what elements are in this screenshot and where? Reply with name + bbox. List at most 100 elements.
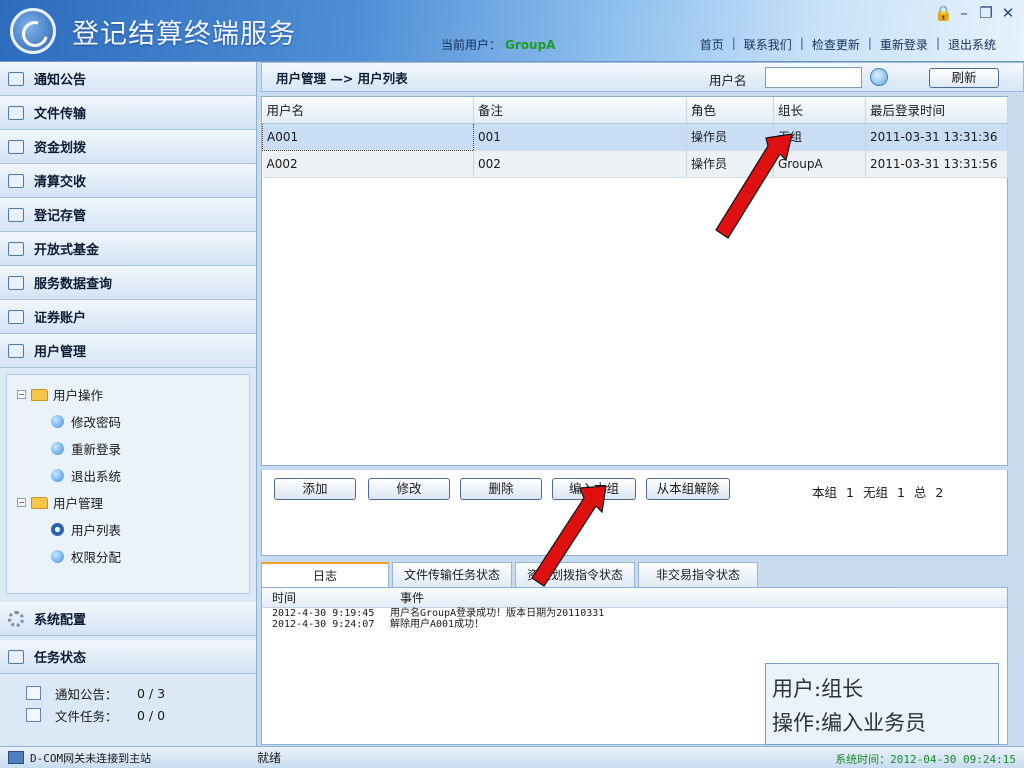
cell-remark: 002 (473, 150, 687, 178)
current-user-label: 当前用户： (441, 38, 502, 52)
task-label: 通知公告： (55, 686, 118, 702)
user-tree: − 用户操作 修改密码 重新登录 退出系统 − 用户管理 用户列表 权限分配 (6, 374, 250, 594)
tree-node-user-mgmt[interactable]: − 用户管理 (17, 489, 249, 516)
cell-last-login: 2011-03-31 13:31:36 (865, 123, 1008, 151)
sidebar-item-label: 通知公告 (34, 73, 87, 88)
tree-label: 权限分配 (71, 550, 122, 565)
table-row[interactable]: A001 001 操作员 无组 2011-03-31 13:31:36 (262, 122, 1008, 151)
sidebar-item-label: 用户管理 (34, 345, 87, 360)
tree-item-exit[interactable]: 退出系统 (17, 462, 249, 489)
nav-relogin[interactable]: 重新登录 (880, 36, 928, 53)
log-time: 2012-4-30 9:19:45 (272, 608, 375, 619)
notice-icon (8, 71, 24, 86)
col-last-login[interactable]: 最后登录时间 (865, 97, 1008, 124)
collapse-icon[interactable]: − (17, 390, 26, 399)
bullet-icon (51, 442, 64, 455)
account-icon (8, 309, 24, 324)
add-to-group-button[interactable]: 编入本组 (552, 478, 636, 500)
app-logo-icon (10, 8, 56, 54)
col-remark[interactable]: 备注 (473, 97, 687, 124)
bullet-icon (51, 415, 64, 428)
task-list: 通知公告： 0 / 3 文件任务： 0 / 0 (0, 674, 256, 726)
remove-from-group-button[interactable]: 从本组解除 (646, 478, 730, 500)
sidebar-item-label: 文件传输 (34, 107, 87, 122)
collapse-icon[interactable]: − (17, 498, 26, 507)
tree-node-user-ops[interactable]: − 用户操作 (17, 381, 249, 408)
registry-icon (8, 207, 24, 222)
sidebar-item-funds[interactable]: 资金划拨 (0, 130, 256, 164)
bullet-icon (51, 469, 64, 482)
sidebar-item-label: 任务状态 (34, 651, 87, 666)
window-controls: 🔒 – ❐ ✕ (934, 4, 1016, 22)
tab-funds-status[interactable]: 资金划拨指令状态 (515, 562, 635, 588)
add-button[interactable]: 添加 (274, 478, 356, 500)
action-bar: 添加 修改 删除 编入本组 从本组解除 本组 1 无组 1 总 2 (261, 470, 1008, 556)
sidebar-item-users[interactable]: 用户管理 (0, 334, 256, 368)
col-group-leader[interactable]: 组长 (773, 97, 866, 124)
query-icon (8, 275, 24, 290)
col-username[interactable]: 用户名 (262, 97, 474, 124)
col-role[interactable]: 角色 (686, 97, 774, 124)
tree-item-relogin[interactable]: 重新登录 (17, 435, 249, 462)
selected-bullet-icon (51, 523, 64, 536)
system-time: 系统时间：2012-04-30 09:24:15 (835, 751, 1016, 767)
refresh-button[interactable]: 刷新 (929, 68, 999, 88)
sidebar-item-registry[interactable]: 登记存管 (0, 198, 256, 232)
current-user-name: GroupA (505, 38, 556, 52)
nav-check-update[interactable]: 检查更新 (812, 36, 860, 53)
close-icon[interactable]: ✕ (1000, 4, 1016, 22)
sidebar-item-file-transfer[interactable]: 文件传输 (0, 96, 256, 130)
title-bar: 登记结算终端服务 当前用户： GroupA 首页 | 联系我们 | 检查更新 | 重新登… (0, 0, 1024, 62)
tree-label: 用户管理 (53, 496, 104, 511)
gateway-status: D-COM网关未连接到主站 (0, 750, 255, 766)
tab-log[interactable]: 日志 (261, 562, 389, 588)
tree-label: 退出系统 (71, 469, 122, 484)
sidebar-item-query[interactable]: 服务数据查询 (0, 266, 256, 300)
username-filter-input[interactable] (765, 67, 862, 88)
status-bar: D-COM网关未连接到主站 就绪 系统时间：2012-04-30 09:24:1… (0, 746, 1024, 768)
log-header: 时间 事件 (262, 588, 1007, 608)
nav-home[interactable]: 首页 (700, 36, 724, 53)
main-panel: 用户管理 —> 用户列表 用户名 刷新 用户名 备注 角色 组长 最后登录时间 … (261, 62, 1024, 746)
total-count-value: 2 (935, 485, 944, 500)
cell-role: 操作员 (686, 150, 774, 178)
tree-item-permissions[interactable]: 权限分配 (17, 543, 249, 570)
task-row: 通知公告： 0 / 3 (26, 682, 256, 704)
sidebar: 通知公告 文件传输 资金划拨 清算交收 登记存管 开放式基金 服务数据查询 证券… (0, 62, 257, 746)
cell-username: A001 (262, 122, 474, 151)
delete-button[interactable]: 删除 (460, 478, 542, 500)
log-event: 解除用户A001成功！ (390, 619, 485, 630)
sidebar-item-notice[interactable]: 通知公告 (0, 62, 256, 96)
sidebar-item-fund[interactable]: 开放式基金 (0, 232, 256, 266)
annotation-line: 操作:编入业务员 (772, 711, 927, 735)
edit-button[interactable]: 修改 (368, 478, 450, 500)
funds-icon (8, 139, 24, 154)
username-filter-label: 用户名 (709, 73, 747, 88)
sidebar-item-task-status[interactable]: 任务状态 (0, 640, 256, 674)
total-count-label: 总 (913, 485, 927, 500)
list-toolbar: 用户管理 —> 用户列表 用户名 刷新 (261, 62, 1024, 92)
nav-exit[interactable]: 退出系统 (948, 36, 996, 53)
table-row[interactable]: A002 002 操作员 GroupA 2011-03-31 13:31:56 (262, 150, 1008, 178)
tree-item-change-password[interactable]: 修改密码 (17, 408, 249, 435)
tab-file-transfer-status[interactable]: 文件传输任务状态 (392, 562, 512, 588)
restore-icon[interactable]: ❐ (978, 4, 994, 22)
tree-label: 用户操作 (53, 388, 104, 403)
minimize-icon[interactable]: – (956, 4, 972, 22)
log-event: 用户名GroupA登录成功！版本日期为20110331 (390, 608, 605, 619)
ready-text: 就绪 (257, 751, 282, 765)
lock-icon[interactable]: 🔒 (934, 4, 953, 22)
cell-remark: 001 (473, 123, 687, 151)
annotation-line: 用户:组长 (772, 677, 864, 701)
search-icon[interactable] (870, 68, 888, 86)
tab-nontrade-status[interactable]: 非交易指令状态 (638, 562, 758, 588)
sidebar-item-label: 证券账户 (34, 311, 87, 326)
task-value: 0 / 3 (137, 685, 166, 701)
tree-label: 重新登录 (71, 442, 122, 457)
tree-item-user-list[interactable]: 用户列表 (17, 516, 249, 543)
sidebar-item-clearing[interactable]: 清算交收 (0, 164, 256, 198)
file-transfer-icon (8, 105, 24, 120)
nav-contact[interactable]: 联系我们 (744, 36, 792, 53)
sidebar-item-system-config[interactable]: 系统配置 (0, 602, 256, 636)
sidebar-item-account[interactable]: 证券账户 (0, 300, 256, 334)
